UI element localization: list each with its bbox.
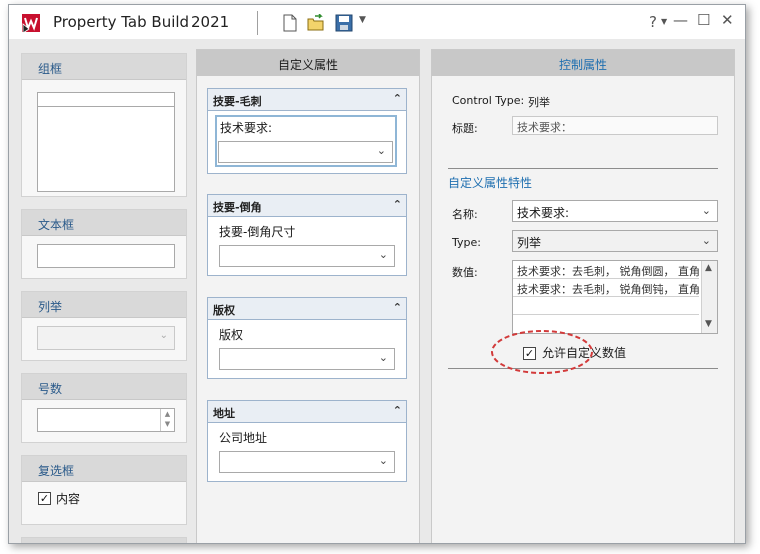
name-value: 技术要求:: [517, 206, 570, 220]
control-type-value: 列举: [528, 96, 550, 109]
list-item-empty[interactable]: [513, 297, 699, 315]
palette-number-label: 号数: [22, 374, 186, 400]
collapse-icon[interactable]: ⌃: [393, 404, 402, 417]
property-group-header: 版权 ⌃: [208, 298, 406, 320]
property-group-header: 地址 ⌃: [208, 401, 406, 423]
chevron-down-icon: ⌄: [378, 454, 388, 467]
values-scrollbar[interactable]: ▲ ▼: [701, 261, 717, 333]
app-version: 2021: [189, 13, 230, 31]
name-combo[interactable]: 技术要求: ⌄: [512, 200, 718, 222]
palette-group-label: 组框: [22, 54, 186, 80]
help-dropdown-icon[interactable]: ▼: [661, 17, 667, 26]
scroll-up-icon[interactable]: ▲: [705, 263, 712, 273]
checkbox-check-icon: ✓: [38, 492, 51, 505]
property-group-header: 技要-倒角 ⌃: [208, 195, 406, 217]
type-value: 列举: [517, 236, 542, 250]
property-combo[interactable]: ⌄: [219, 451, 395, 473]
palette-checkbox-label: 复选框: [22, 456, 186, 482]
control-properties-header: 控制属性: [432, 50, 734, 76]
palette-more-head: [22, 538, 186, 543]
control-type-label: Control Type:: [452, 94, 525, 107]
collapse-icon[interactable]: ⌃: [393, 198, 402, 211]
custom-properties-header: 自定义属性: [197, 50, 419, 76]
property-combo[interactable]: ⌄: [219, 245, 395, 267]
property-group-copyright[interactable]: 版权 ⌃ 版权 ⌄: [207, 297, 407, 379]
property-group-title: 技要-毛刺: [213, 95, 262, 108]
save-icon[interactable]: [335, 14, 353, 32]
control-properties-panel: 控制属性 Control Type: 列举 标题: 技术要求： 自定义属性特性 …: [431, 49, 735, 543]
section-title: 自定义属性特性: [448, 176, 533, 190]
chevron-down-icon: ⌄: [378, 351, 388, 364]
property-field-label: 技术要求:: [220, 121, 273, 135]
group-box-preview: [37, 92, 175, 192]
number-preview: ▲ ▼: [37, 408, 175, 432]
palette-group-box[interactable]: 组框: [21, 53, 187, 197]
annotation-ellipse: [491, 330, 593, 374]
type-label: Type:: [452, 236, 481, 249]
palette-checkbox[interactable]: 复选框 ✓ 内容: [21, 455, 187, 525]
selected-control-frame[interactable]: 技术要求: ⌄: [215, 115, 397, 167]
maximize-button[interactable]: ☐: [697, 11, 710, 29]
app-window: Property Tab Builde 2021 ▼ ? ▼ — ☐ ✕ 组框: [8, 4, 746, 544]
custom-properties-panel: 自定义属性 技要-毛刺 ⌃ 技术要求: ⌄ 技要-倒角 ⌃ 技要-倒角尺寸 ⌄ …: [196, 49, 420, 543]
collapse-icon[interactable]: ⌃: [393, 92, 402, 105]
palette-combo[interactable]: 列举 ⌄: [21, 291, 187, 361]
name-label: 名称:: [452, 208, 478, 221]
property-field-label: 版权: [219, 328, 244, 342]
property-group-address[interactable]: 地址 ⌃ 公司地址 ⌄: [207, 400, 407, 482]
toolbar-separator: [257, 11, 258, 35]
values-label: 数值:: [452, 266, 478, 279]
list-item[interactable]: 技术要求：去毛刺， 锐角倒钝， 直角倒: [513, 279, 699, 297]
property-group-deburr[interactable]: 技要-毛刺 ⌃ 技术要求: ⌄: [207, 88, 407, 174]
chevron-down-icon: ⌄: [378, 248, 388, 261]
checkbox-preview-label: 内容: [56, 492, 81, 506]
property-group-header: 技要-毛刺 ⌃: [208, 89, 406, 111]
palette-textbox-label: 文本框: [22, 210, 186, 236]
minimize-button[interactable]: —: [673, 11, 688, 29]
property-group-title: 版权: [213, 304, 235, 317]
palette-number[interactable]: 号数 ▲ ▼: [21, 373, 187, 443]
property-combo[interactable]: ⌄: [219, 348, 395, 370]
property-group-title: 地址: [213, 407, 235, 420]
save-dropdown-icon[interactable]: ▼: [359, 15, 366, 25]
collapse-icon[interactable]: ⌃: [393, 301, 402, 314]
values-list[interactable]: 技术要求：去毛刺， 锐角倒圆， 直角倒 技术要求：去毛刺， 锐角倒钝， 直角倒 …: [512, 260, 718, 334]
new-file-icon[interactable]: [281, 14, 299, 32]
property-field-label: 技要-倒角尺寸: [219, 225, 296, 239]
property-field-label: 公司地址: [219, 431, 268, 445]
title-bar: Property Tab Builde 2021 ▼ ? ▼ — ☐ ✕: [9, 5, 745, 39]
chevron-down-icon: ⌄: [159, 330, 168, 341]
type-combo[interactable]: 列举 ⌄: [512, 230, 718, 252]
section-divider: [448, 168, 718, 169]
chevron-down-icon: ⌄: [376, 144, 386, 157]
property-group-chamfer[interactable]: 技要-倒角 ⌃ 技要-倒角尺寸 ⌄: [207, 194, 407, 276]
chevron-down-icon: ⌄: [701, 204, 711, 217]
list-item[interactable]: 技术要求：去毛刺， 锐角倒圆， 直角倒: [513, 261, 699, 279]
close-button[interactable]: ✕: [721, 11, 734, 29]
solidworks-logo-icon: [22, 14, 40, 34]
combo-preview: ⌄: [37, 326, 175, 350]
main-content: 组框 文本框 列举 ⌄ 号数 ▲ ▼ 复选框 ✓ 内容 自定义属性 技要-毛刺 …: [9, 39, 745, 543]
textbox-preview: [37, 244, 175, 268]
property-group-title: 技要-倒角: [213, 201, 262, 214]
caption-field[interactable]: 技术要求：: [512, 116, 718, 135]
property-combo[interactable]: ⌄: [218, 141, 393, 163]
control-palette: 组框 文本框 列举 ⌄ 号数 ▲ ▼ 复选框 ✓ 内容: [21, 49, 187, 543]
caption-label: 标题:: [452, 122, 478, 135]
chevron-down-icon: ⌄: [701, 234, 711, 247]
open-file-icon[interactable]: [307, 14, 325, 32]
palette-more: [21, 537, 187, 543]
spinner-icon: ▲ ▼: [160, 409, 174, 431]
scroll-down-icon[interactable]: ▼: [705, 319, 712, 329]
palette-combo-label: 列举: [22, 292, 186, 318]
palette-textbox[interactable]: 文本框: [21, 209, 187, 279]
help-button[interactable]: ?: [649, 13, 657, 31]
